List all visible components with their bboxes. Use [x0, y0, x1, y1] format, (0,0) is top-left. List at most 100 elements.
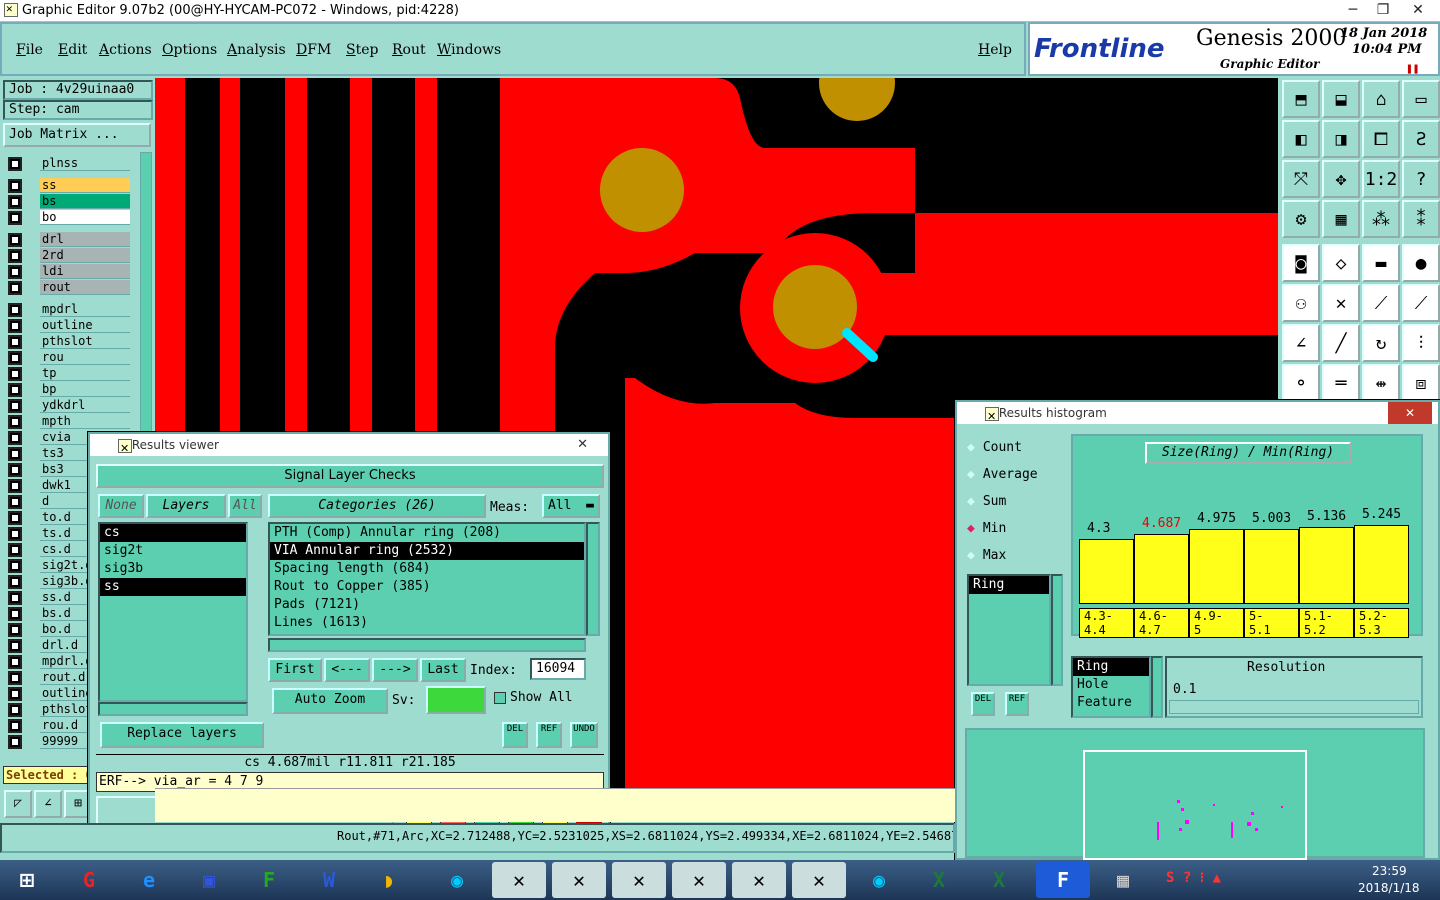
- metric-list[interactable]: Ring: [967, 574, 1051, 686]
- tray-icons[interactable]: S ? ⁝ ▲: [1166, 870, 1221, 886]
- layer-checkbox[interactable]: [8, 233, 22, 247]
- layer-row[interactable]: bo: [8, 210, 130, 225]
- layer-checkbox[interactable]: [8, 415, 22, 429]
- histogram-bar[interactable]: [1299, 527, 1354, 604]
- home-icon[interactable]: ⬓: [1322, 80, 1360, 118]
- close-button[interactable]: ✕: [1398, 0, 1438, 20]
- job-matrix-button[interactable]: Job Matrix ...: [3, 123, 151, 147]
- mode-option[interactable]: ◆ Sum: [967, 494, 1006, 514]
- layer-row[interactable]: ldi: [8, 264, 130, 279]
- layer-row[interactable]: plnss: [8, 156, 130, 171]
- layer-row[interactable]: bp: [8, 382, 130, 397]
- grid-icon[interactable]: ▦: [1322, 200, 1360, 238]
- eye-taskbar-icon-2[interactable]: ◉: [852, 862, 906, 898]
- editor-taskbar-icon-2[interactable]: ✕: [552, 862, 606, 898]
- layer-row[interactable]: rou: [8, 350, 130, 365]
- layer-checkbox[interactable]: [8, 703, 22, 717]
- split-icon[interactable]: ⧠: [1362, 120, 1400, 158]
- node-icon[interactable]: ⚬: [1282, 364, 1320, 402]
- ref-button[interactable]: REF: [536, 722, 562, 748]
- maximize-button[interactable]: ❐: [1368, 0, 1398, 20]
- excel-taskbar-icon-2[interactable]: X: [972, 862, 1026, 898]
- menu-windows[interactable]: Windows: [437, 42, 501, 58]
- category-item[interactable]: Pads (7121): [270, 596, 584, 614]
- resolution-slider[interactable]: [1169, 700, 1419, 714]
- none-button[interactable]: None: [98, 494, 144, 518]
- layer-checkbox[interactable]: [8, 527, 22, 541]
- layer-row[interactable]: bs: [8, 194, 130, 209]
- connect-icon[interactable]: ⚇: [1282, 284, 1320, 322]
- pad-icon[interactable]: ◙: [1282, 244, 1320, 282]
- layer-row[interactable]: mpdrl: [8, 302, 130, 317]
- first-button[interactable]: First: [268, 658, 322, 682]
- histogram-bar[interactable]: [1134, 534, 1189, 604]
- menu-actions[interactable]: Actions: [99, 42, 152, 58]
- layer-checkbox[interactable]: [8, 335, 22, 349]
- menu-dfm[interactable]: DFM: [296, 42, 331, 58]
- cross-icon[interactable]: ✕: [1322, 284, 1360, 322]
- layer-checkbox[interactable]: [8, 543, 22, 557]
- save-taskbar-icon[interactable]: ▣: [182, 862, 236, 898]
- radio-icon[interactable]: ◆: [967, 467, 975, 482]
- route-icon[interactable]: Ƨ: [1402, 120, 1440, 158]
- minimize-button[interactable]: ─: [1338, 0, 1368, 20]
- prev-button[interactable]: <---: [324, 658, 370, 682]
- layer-checkbox[interactable]: [8, 281, 22, 295]
- layer-checkbox[interactable]: [8, 559, 22, 573]
- layer-checkbox[interactable]: [8, 319, 22, 333]
- house-icon[interactable]: ⌂: [1362, 80, 1400, 118]
- category-list[interactable]: PTH (Comp) Annular ring (208) VIA Annular…: [268, 522, 586, 636]
- meas-dropdown[interactable]: All ▬: [542, 494, 600, 518]
- severity-color-picker[interactable]: [426, 686, 486, 714]
- histogram-bar[interactable]: [1244, 529, 1299, 604]
- layer-checkbox[interactable]: [8, 367, 22, 381]
- line-icon[interactable]: ⟋: [1362, 284, 1400, 322]
- bracket-icon[interactable]: ⫶: [1402, 324, 1440, 362]
- index-input[interactable]: 16094: [530, 658, 586, 680]
- genesis-taskbar-icon[interactable]: G: [62, 862, 116, 898]
- layer-row[interactable]: outline: [8, 318, 130, 333]
- category-item[interactable]: VIA Annular ring (2532): [270, 542, 584, 560]
- f-taskbar-icon[interactable]: F: [242, 862, 296, 898]
- layer-row[interactable]: tp: [8, 366, 130, 381]
- editor-taskbar-icon-4[interactable]: ✕: [672, 862, 726, 898]
- radio-icon[interactable]: ◆: [967, 548, 975, 563]
- last-button[interactable]: Last: [420, 658, 466, 682]
- layer-checkbox[interactable]: [8, 211, 22, 225]
- ie-taskbar-icon[interactable]: e: [122, 862, 176, 898]
- layer-checkbox[interactable]: [8, 719, 22, 733]
- layer-row[interactable]: ss: [8, 178, 130, 193]
- layer-checkbox[interactable]: [8, 351, 22, 365]
- layer-row[interactable]: mpth: [8, 414, 130, 429]
- minus-icon[interactable]: ═: [1322, 364, 1360, 402]
- top-icon[interactable]: ⬒: [1282, 80, 1320, 118]
- layer-checkbox[interactable]: [8, 265, 22, 279]
- tool-icon-2[interactable]: ∠: [34, 790, 62, 818]
- shell-taskbar-icon[interactable]: ◗: [362, 862, 416, 898]
- layer-checkbox[interactable]: [8, 655, 22, 669]
- layers-button[interactable]: Layers: [146, 494, 226, 518]
- layer-checkbox[interactable]: [8, 447, 22, 461]
- snap-icon[interactable]: ⁂: [1362, 200, 1400, 238]
- layer-row[interactable]: 2rd: [8, 248, 130, 263]
- editor-taskbar-icon-6[interactable]: ✕: [792, 862, 846, 898]
- layer-hscroll[interactable]: [98, 702, 248, 716]
- attribute-item[interactable]: Ring: [1073, 658, 1149, 676]
- layer-checkbox[interactable]: [8, 303, 22, 317]
- results-viewer-close-icon[interactable]: ✕: [577, 434, 588, 456]
- menu-rout[interactable]: Rout: [392, 42, 426, 58]
- mode-option[interactable]: ◆ Average: [967, 467, 1038, 487]
- layer-checkbox[interactable]: [8, 495, 22, 509]
- layer-checkbox[interactable]: [8, 463, 22, 477]
- snap2-icon[interactable]: ⁑: [1402, 200, 1440, 238]
- menu-file[interactable]: File: [16, 42, 43, 58]
- hist-ref-button[interactable]: REF: [1005, 692, 1029, 716]
- mode-option[interactable]: ◆ Count: [967, 440, 1022, 460]
- undo-button[interactable]: UNDO: [570, 722, 598, 748]
- result-layer-item[interactable]: sig2t: [100, 542, 246, 560]
- start-button[interactable]: ⊞: [0, 862, 54, 898]
- del-button[interactable]: DEL: [502, 722, 528, 748]
- help-icon[interactable]: ?: [1402, 160, 1440, 198]
- layers-icon[interactable]: ⚙: [1282, 200, 1320, 238]
- histogram-close-icon[interactable]: ✕: [1388, 402, 1432, 424]
